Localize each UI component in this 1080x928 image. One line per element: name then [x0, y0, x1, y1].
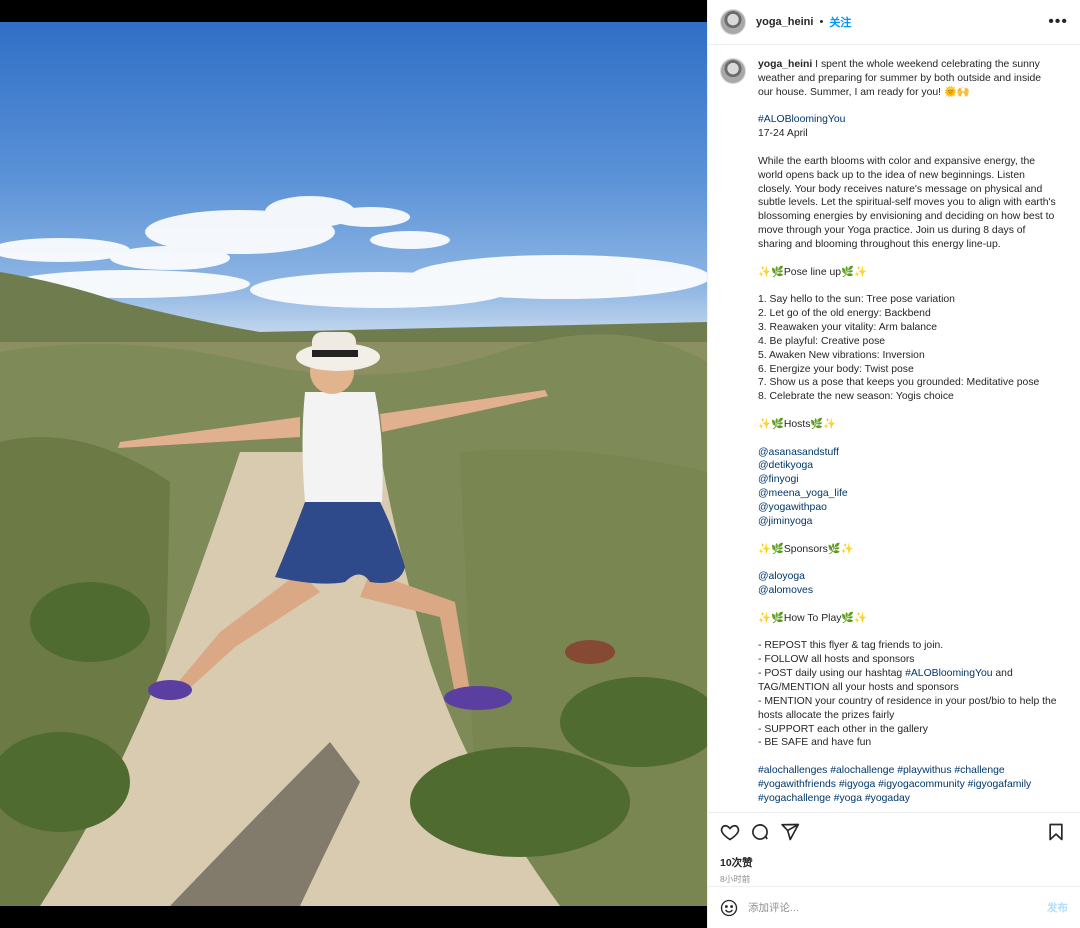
pose-item: 6. Energize your body: Twist pose [758, 363, 914, 375]
username-link[interactable]: yoga_heini [756, 16, 813, 28]
more-icon[interactable]: ••• [1048, 13, 1068, 31]
rule-item: - SUPPORT each other in the gallery [758, 723, 928, 735]
caption-area: yoga_heini I spent the whole weekend cel… [708, 46, 1080, 812]
hosts-heading: ✨🌿Hosts🌿✨ [758, 418, 837, 430]
pose-item: 4. Be playful: Creative pose [758, 335, 886, 347]
rule-item: - BE SAFE and have fun [758, 737, 872, 749]
comment-input[interactable] [748, 901, 1047, 914]
pose-item: 2. Let go of the old energy: Backbend [758, 308, 931, 320]
post-media [0, 0, 707, 928]
pose-heading: ✨🌿Pose line up🌿✨ [758, 266, 867, 278]
howto-heading: ✨🌿How To Play🌿✨ [758, 612, 868, 624]
sponsor-mention-link[interactable]: @aloyoga [758, 571, 805, 582]
pose-item: 8. Celebrate the new season: Yogis choic… [758, 391, 954, 403]
hashtags-line[interactable]: #yogawithfriends #igyoga #igyogacommunit… [758, 779, 1031, 790]
rule-item: - POST daily using our hashtag [758, 668, 906, 680]
emoji-icon[interactable] [720, 899, 738, 917]
caption-avatar[interactable] [720, 58, 746, 84]
action-bar [708, 813, 1080, 853]
rule-item: - MENTION your country of residence in y… [758, 695, 1060, 721]
post-header: yoga_heini • 关注 ••• [708, 0, 1080, 45]
host-mention-link[interactable]: @asanasandstuff [758, 447, 839, 458]
post-actions-area: 10次赞 8小时前 [708, 812, 1080, 885]
rule-item: - FOLLOW all hosts and sponsors [758, 654, 915, 666]
heart-icon[interactable] [720, 822, 742, 844]
hashtags-line[interactable]: #yogachallenge #yoga #yogaday [758, 793, 910, 804]
pose-item: 3. Reawaken your vitality: Arm balance [758, 322, 938, 334]
separator: • [819, 16, 824, 28]
avatar[interactable] [720, 9, 746, 35]
caption-username[interactable]: yoga_heini [758, 59, 812, 70]
caption-body: While the earth blooms with color and ex… [758, 155, 1059, 250]
post-comment-button[interactable]: 发布 [1047, 900, 1068, 915]
pose-item: 7. Show us a pose that keeps you grounde… [758, 377, 1040, 389]
sponsors-heading: ✨🌿Sponsors🌿✨ [758, 543, 854, 555]
comment-icon[interactable] [750, 822, 772, 844]
caption-text: yoga_heini I spent the whole weekend cel… [758, 58, 1058, 812]
hashtag-link[interactable]: #ALOBloomingYou [905, 668, 992, 679]
follow-button[interactable]: 关注 [829, 14, 851, 30]
sponsor-mention-link[interactable]: @alomoves [758, 585, 813, 596]
bookmark-icon[interactable] [1046, 822, 1068, 844]
post-timestamp[interactable]: 8小时前 [708, 873, 1080, 885]
pose-item: 5. Awaken New vibrations: Inversion [758, 349, 925, 361]
caption-dates: 17-24 April [758, 128, 808, 140]
host-mention-link[interactable]: @meena_yoga_life [758, 488, 848, 499]
photo-illustration [0, 196, 707, 906]
post-photo[interactable] [0, 22, 707, 906]
rule-item: - REPOST this flyer & tag friends to joi… [758, 640, 944, 652]
host-mention-link[interactable]: @finyogi [758, 474, 799, 485]
hashtag-link[interactable]: #ALOBloomingYou [758, 114, 845, 125]
comment-bar: 发布 [708, 886, 1080, 928]
pose-item: 1. Say hello to the sun: Tree pose varia… [758, 294, 955, 306]
likes-count[interactable]: 10次赞 [708, 855, 1080, 870]
host-mention-link[interactable]: @jiminyoga [758, 516, 812, 527]
host-mention-link[interactable]: @detikyoga [758, 460, 813, 471]
host-mention-link[interactable]: @yogawithpao [758, 502, 827, 513]
hashtags-line[interactable]: #alochallenges #alochallenge #playwithus… [758, 765, 1005, 776]
post-side-panel: yoga_heini • 关注 ••• yoga_heini I spent t… [707, 0, 1080, 928]
share-icon[interactable] [780, 822, 802, 844]
